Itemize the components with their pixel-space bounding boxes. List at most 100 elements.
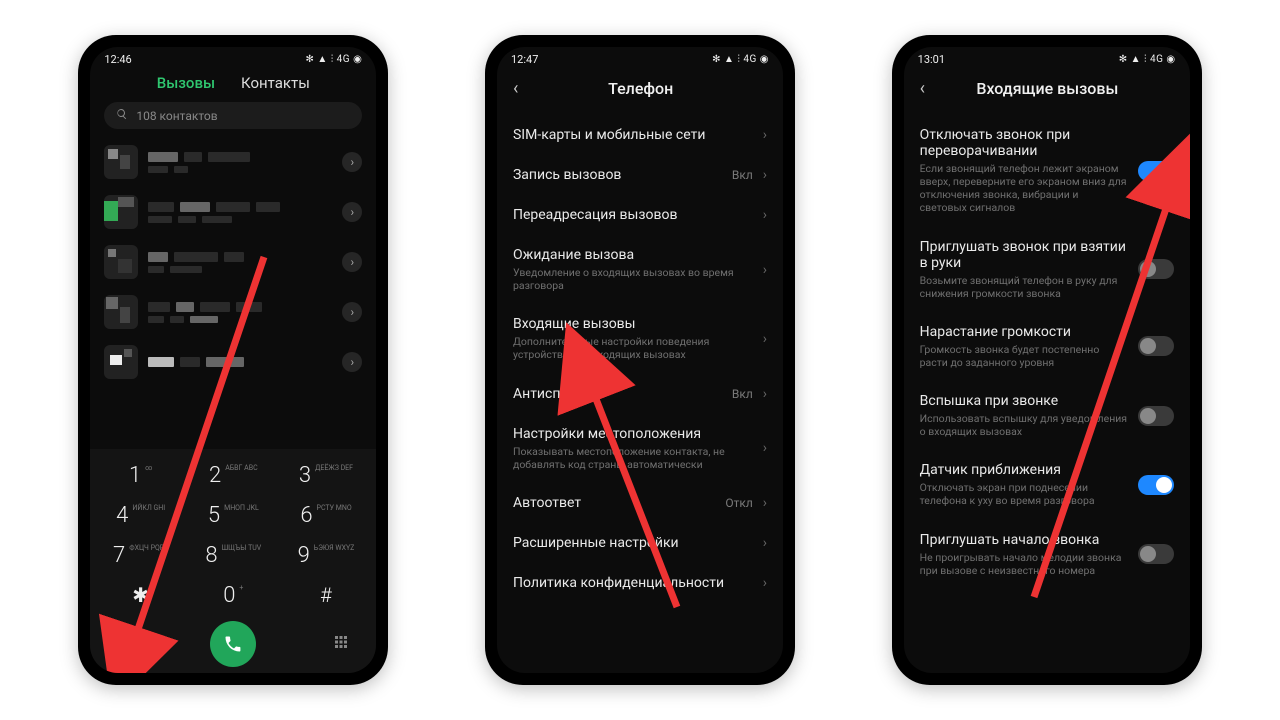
settings-row[interactable]: Датчик приближенияОтключать экран при по… bbox=[920, 450, 1174, 519]
status-bar: 12:46 ✻ ▲ ⫶ 4G ◉ bbox=[90, 47, 376, 68]
dialpad-icon[interactable] bbox=[332, 633, 350, 655]
menu-icon[interactable] bbox=[116, 633, 134, 655]
stage: 12:46 ✻ ▲ ⫶ 4G ◉ Вызовы Контакты 108 кон… bbox=[0, 0, 1280, 720]
toggle[interactable] bbox=[1138, 544, 1174, 564]
settings-row[interactable]: АвтоответОткл› bbox=[513, 483, 767, 523]
avatar bbox=[104, 195, 138, 229]
toggle[interactable] bbox=[1138, 406, 1174, 426]
avatar bbox=[104, 245, 138, 279]
status-icons: ✻ ▲ ⫶ 4G ◉ bbox=[1119, 54, 1176, 65]
row-subtitle: Уведомление о входящих вызовах во время … bbox=[513, 266, 753, 292]
list-item[interactable]: › bbox=[100, 337, 366, 387]
row-title: Нарастание громкости bbox=[920, 324, 1128, 340]
chevron-right-icon: › bbox=[763, 575, 767, 591]
header: ‹ Входящие вызовы bbox=[904, 68, 1190, 115]
toggle[interactable] bbox=[1138, 475, 1174, 495]
settings-list: SIM-карты и мобильные сети › Запись вызово… bbox=[497, 115, 783, 603]
settings-row[interactable]: Переадресация вызовов › bbox=[513, 195, 767, 235]
row-subtitle: Использовать вспышку для уведомления о в… bbox=[920, 412, 1128, 438]
row-subtitle: Если звонящий телефон лежит экраном ввер… bbox=[920, 162, 1128, 215]
page-title: Входящие вызовы bbox=[915, 79, 1180, 98]
chevron-right-icon[interactable]: › bbox=[342, 352, 362, 372]
redacted-text bbox=[148, 252, 332, 273]
tab-contacts[interactable]: Контакты bbox=[241, 74, 310, 92]
row-title: Отключать звонок при переворачивании bbox=[920, 127, 1128, 159]
key-2[interactable]: 2АБВГ ABC bbox=[187, 455, 280, 495]
search-input[interactable]: 108 контактов bbox=[104, 102, 362, 129]
list-item[interactable]: › bbox=[100, 187, 366, 237]
phone-2-frame: 12:47 ✻ ▲ ⫶ 4G ◉ ‹ Телефон SIM-карты и м… bbox=[485, 35, 795, 685]
settings-row[interactable]: Приглушать звонок при взятии в руки Возьм… bbox=[920, 227, 1174, 312]
chevron-right-icon: › bbox=[763, 331, 767, 347]
clock: 13:01 bbox=[918, 53, 945, 66]
phone-3-screen: 13:01 ✻ ▲ ⫶ 4G ◉ ‹ Входящие вызовы Отклю… bbox=[904, 47, 1190, 673]
settings-row[interactable]: Расширенные настройки› bbox=[513, 523, 767, 563]
row-title: Приглушать звонок при взятии в руки bbox=[920, 239, 1128, 271]
key-9[interactable]: 9ЬЭЮЯ WXYZ bbox=[280, 535, 373, 575]
tabs: Вызовы Контакты bbox=[90, 68, 376, 102]
row-title: Вспышка при звонке bbox=[920, 393, 1128, 409]
key-8[interactable]: 8ШЩЪЫ TUV bbox=[187, 535, 280, 575]
search-placeholder: 108 контактов bbox=[136, 109, 217, 123]
clock: 12:46 bbox=[104, 53, 131, 66]
row-title: Расширенные настройки bbox=[513, 535, 753, 551]
settings-row[interactable]: SIM-карты и мобильные сети › bbox=[513, 115, 767, 155]
settings-row[interactable]: Настройки местоположенияПоказывать место… bbox=[513, 414, 767, 483]
phone-2-screen: 12:47 ✻ ▲ ⫶ 4G ◉ ‹ Телефон SIM-карты и м… bbox=[497, 47, 783, 673]
search-icon bbox=[116, 108, 128, 123]
row-value: Вкл bbox=[732, 387, 753, 401]
avatar bbox=[104, 145, 138, 179]
row-subtitle: Возьмите звонящий телефон в руку для сни… bbox=[920, 274, 1128, 300]
row-title: Датчик приближения bbox=[920, 462, 1128, 478]
status-icons: ✻ ▲ ⫶ 4G ◉ bbox=[712, 54, 769, 65]
chevron-right-icon[interactable]: › bbox=[342, 252, 362, 272]
toggle[interactable] bbox=[1138, 336, 1174, 356]
settings-row[interactable]: Входящие вызовы Дополнительные настройки … bbox=[513, 304, 767, 373]
key-star[interactable]: ✱ bbox=[94, 575, 187, 615]
chevron-right-icon[interactable]: › bbox=[342, 202, 362, 222]
redacted-text bbox=[148, 152, 332, 173]
settings-row[interactable]: Нарастание громкостиГромкость звонка буд… bbox=[920, 312, 1174, 381]
call-button[interactable] bbox=[210, 621, 256, 667]
row-title: Запись вызовов bbox=[513, 167, 722, 183]
row-subtitle: Не проигрывать начало мелодии звонка при… bbox=[920, 551, 1128, 577]
key-1[interactable]: 1∞ bbox=[94, 455, 187, 495]
key-4[interactable]: 4ИЙКЛ GHI bbox=[94, 495, 187, 535]
row-subtitle: Дополнительные настройки поведения устро… bbox=[513, 335, 753, 361]
settings-row[interactable]: Отключать звонок при переворачиванииЕсли… bbox=[920, 115, 1174, 227]
list-item[interactable]: › bbox=[100, 137, 366, 187]
status-bar: 12:47 ✻ ▲ ⫶ 4G ◉ bbox=[497, 47, 783, 68]
status-icons: ✻ ▲ ⫶ 4G ◉ bbox=[305, 54, 362, 65]
key-7[interactable]: 7ФХЦЧ PQRS bbox=[94, 535, 187, 575]
toggle[interactable] bbox=[1138, 259, 1174, 279]
chevron-right-icon: › bbox=[763, 386, 767, 402]
row-value: Откл bbox=[725, 496, 752, 510]
row-title: Политика конфиденциальности bbox=[513, 575, 753, 591]
list-item[interactable]: › bbox=[100, 287, 366, 337]
settings-row[interactable]: Ожидание вызоваУведомление о входящих вы… bbox=[513, 235, 767, 304]
key-5[interactable]: 5МНОП JKL bbox=[187, 495, 280, 535]
chevron-right-icon[interactable]: › bbox=[342, 302, 362, 322]
row-title: SIM-карты и мобильные сети bbox=[513, 127, 753, 143]
settings-row[interactable]: АнтиспамВкл› bbox=[513, 374, 767, 414]
avatar bbox=[104, 345, 138, 379]
key-6[interactable]: 6РСТУ MNO bbox=[280, 495, 373, 535]
settings-row[interactable]: Вспышка при звонке Использовать вспышку д… bbox=[920, 381, 1174, 450]
chevron-right-icon: › bbox=[763, 262, 767, 278]
tab-calls[interactable]: Вызовы bbox=[157, 74, 215, 92]
key-0[interactable]: 0+ bbox=[187, 575, 280, 615]
chevron-right-icon: › bbox=[763, 495, 767, 511]
chevron-right-icon: › bbox=[763, 127, 767, 143]
toggle[interactable] bbox=[1138, 161, 1174, 181]
settings-row[interactable]: Запись вызововВкл› bbox=[513, 155, 767, 195]
settings-row[interactable]: Приглушать начало звонкаНе проигрывать н… bbox=[920, 520, 1174, 589]
settings-row[interactable]: Политика конфиденциальности › bbox=[513, 563, 767, 603]
row-title: Входящие вызовы bbox=[513, 316, 753, 332]
row-title: Переадресация вызовов bbox=[513, 207, 753, 223]
key-hash[interactable]: # bbox=[280, 575, 373, 615]
list-item[interactable]: › bbox=[100, 237, 366, 287]
key-3[interactable]: 3ДЕЁЖЗ DEF bbox=[280, 455, 373, 495]
phone-1-frame: 12:46 ✻ ▲ ⫶ 4G ◉ Вызовы Контакты 108 кон… bbox=[78, 35, 388, 685]
chevron-right-icon: › bbox=[763, 207, 767, 223]
chevron-right-icon[interactable]: › bbox=[342, 152, 362, 172]
